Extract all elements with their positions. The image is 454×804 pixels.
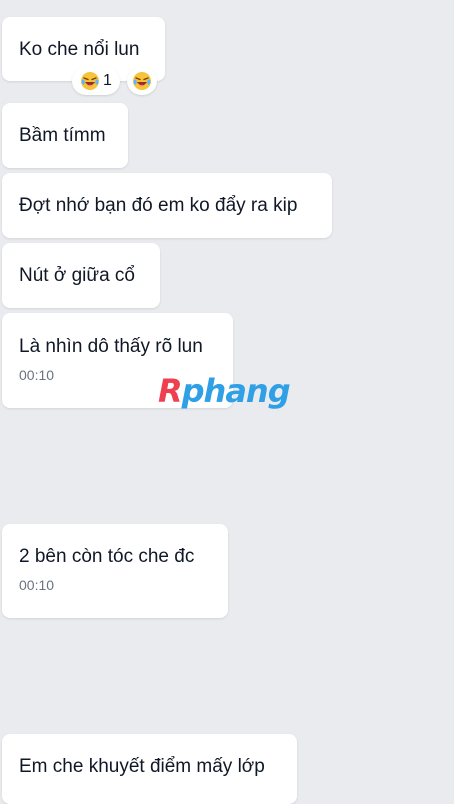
watermark-logo: Rphang — [158, 372, 291, 410]
message-bubble[interactable]: Bầm tímm — [2, 103, 128, 168]
message-text: Ko che nổi lun — [19, 39, 140, 60]
reaction-count: 1 — [103, 72, 112, 89]
message-text: Đợt nhớ bạn đó em ko đẩy ra kip — [19, 195, 298, 216]
message-text: Nút ở giữa cổ — [19, 265, 136, 286]
message-text: Em che khuyết điểm mấy lớp — [19, 756, 265, 777]
message-bubble[interactable]: Đợt nhớ bạn đó em ko đẩy ra kip — [2, 173, 332, 238]
message-bubble[interactable]: Nút ở giữa cổ — [2, 243, 160, 308]
reaction-summary[interactable]: 1 — [72, 67, 120, 95]
add-reaction-button[interactable] — [127, 67, 157, 95]
message-text: 2 bên còn tóc che đc — [19, 546, 195, 567]
message-bubble[interactable]: 2 bên còn tóc che đc 00:10 — [2, 524, 228, 618]
message-text: Là nhìn dô thấy rõ lun — [19, 336, 203, 357]
laughing-crying-emoji-icon — [80, 71, 100, 91]
message-bubble[interactable]: Em che khuyết điểm mấy lớp — [2, 734, 297, 804]
message-text: Bầm tímm — [19, 125, 106, 146]
laughing-crying-emoji-icon — [132, 71, 152, 91]
message-timestamp: 00:10 — [19, 577, 55, 593]
